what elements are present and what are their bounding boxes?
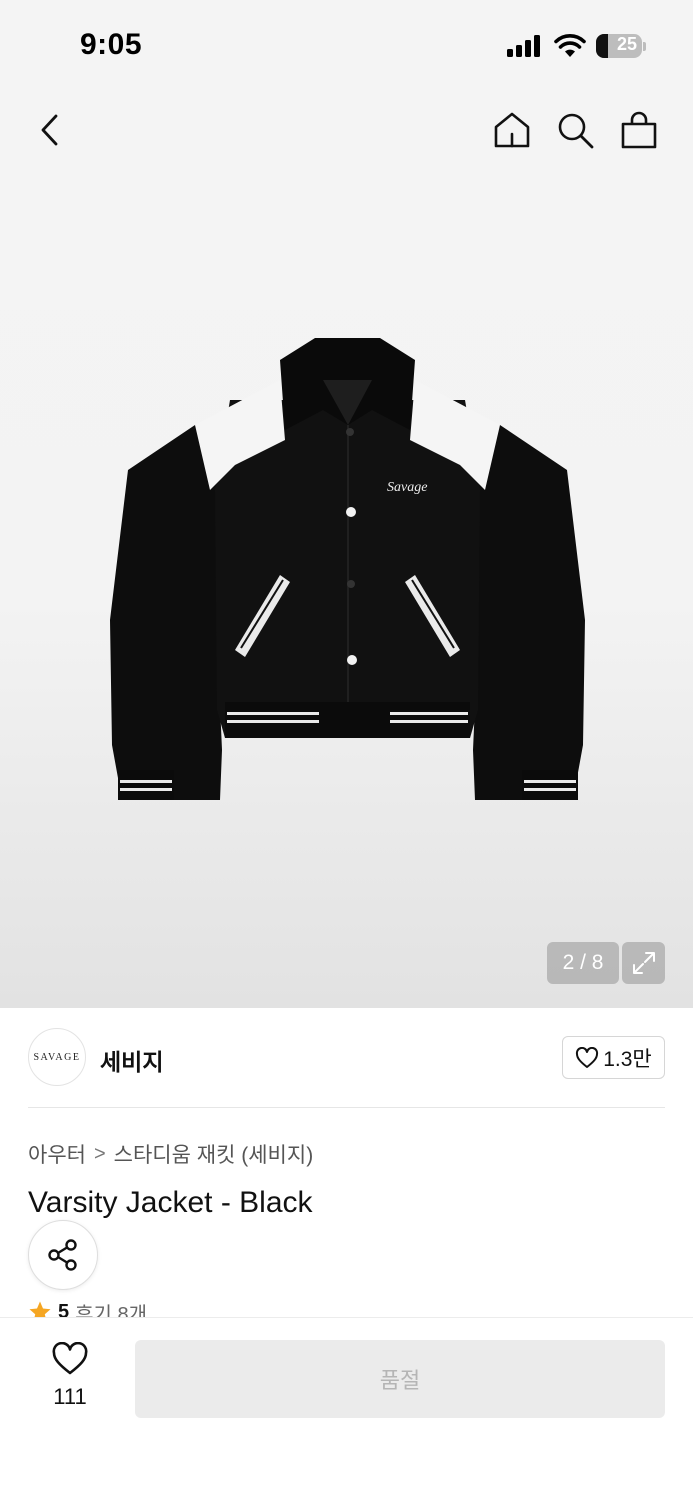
breadcrumb: 아우터 > 스타디움 재킷 (세비지) xyxy=(28,1139,313,1169)
status-bar: 9:05 25 xyxy=(0,0,693,92)
sold-out-button[interactable]: 품절 xyxy=(135,1340,665,1418)
wifi-icon xyxy=(554,34,586,57)
search-icon xyxy=(558,113,594,149)
fullscreen-button[interactable] xyxy=(622,942,665,984)
search-button[interactable] xyxy=(553,108,597,152)
brand-like-button[interactable]: 1.3만 xyxy=(562,1036,665,1079)
breadcrumb-separator: > xyxy=(93,1142,106,1165)
share-button[interactable] xyxy=(28,1220,98,1290)
back-button[interactable] xyxy=(30,108,70,152)
brand-logo[interactable]: SAVAGE xyxy=(28,1028,86,1086)
brand-name[interactable]: 세비지 xyxy=(100,1043,163,1077)
product-image[interactable]: Savage xyxy=(100,330,595,820)
battery-level: 25 xyxy=(616,34,637,54)
jacket-logo-art: Savage xyxy=(387,480,427,495)
chevron-left-icon xyxy=(41,114,58,146)
expand-icon xyxy=(632,952,655,974)
cellular-signal-icon xyxy=(507,35,540,57)
heart-outline-icon xyxy=(52,1342,88,1375)
wishlist-count: 111 xyxy=(53,1384,87,1409)
heart-outline-icon xyxy=(576,1046,599,1068)
image-counter: 2 / 8 xyxy=(547,942,619,984)
product-title: Varsity Jacket - Black xyxy=(28,1186,313,1219)
battery-icon: 25 xyxy=(596,32,648,60)
breadcrumb-item-outer[interactable]: 아우터 xyxy=(28,1139,86,1169)
breadcrumb-item-stadium-jacket[interactable]: 스타디움 재킷 (세비지) xyxy=(114,1139,314,1169)
cart-button[interactable] xyxy=(617,108,661,152)
wishlist-button[interactable]: 111 xyxy=(40,1342,100,1412)
brand-like-count: 1.3만 xyxy=(603,1047,652,1071)
home-icon xyxy=(494,112,530,148)
home-button[interactable] xyxy=(490,108,534,152)
divider xyxy=(28,1107,665,1108)
share-icon xyxy=(48,1239,77,1271)
status-time: 9:05 xyxy=(80,28,143,61)
shopping-bag-icon xyxy=(621,111,657,149)
product-gallery[interactable]: 9:05 25 Savage 2 / 8 xyxy=(0,0,693,1008)
